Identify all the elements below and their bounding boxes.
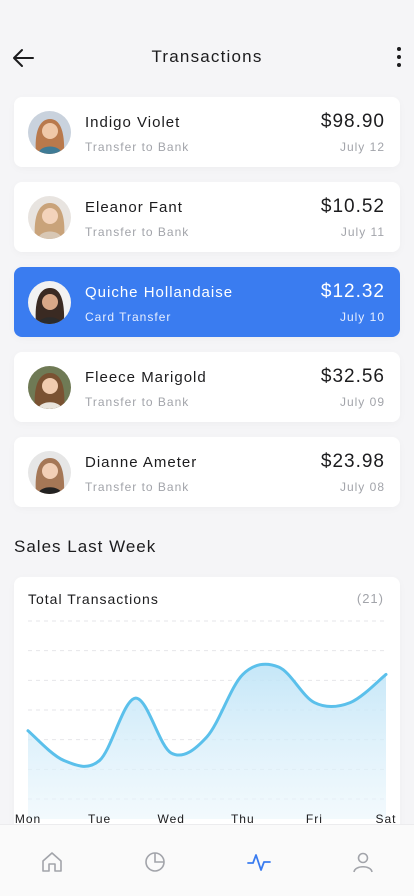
tab-home[interactable] xyxy=(39,849,65,875)
transaction-date: July 10 xyxy=(339,310,385,324)
transaction-date: July 09 xyxy=(339,395,385,409)
activity-icon xyxy=(247,854,271,871)
transaction-amount: $98.90 xyxy=(320,111,385,132)
transaction-type: Transfer to Bank xyxy=(85,480,190,494)
transaction-card[interactable]: Dianne Ameter Transfer to Bank $23.98 Ju… xyxy=(14,437,400,507)
transaction-name: Fleece Marigold xyxy=(85,369,207,386)
transaction-type: Card Transfer xyxy=(85,310,172,324)
transaction-name: Quiche Hollandaise xyxy=(85,284,234,301)
tab-bar xyxy=(0,824,414,896)
transaction-amount: $23.98 xyxy=(320,451,385,472)
transaction-amount: $32.56 xyxy=(320,366,385,387)
tab-profile[interactable] xyxy=(350,849,376,875)
section-title: Sales Last Week xyxy=(14,537,157,556)
user-icon xyxy=(353,852,373,873)
transaction-date: July 08 xyxy=(339,480,385,494)
avatar xyxy=(28,196,71,239)
avatar xyxy=(28,451,71,494)
transactions-chart: Mon Tue Wed Thu Fri Sat xyxy=(15,620,396,826)
page-title: Transactions xyxy=(151,47,263,66)
transaction-amount: $12.32 xyxy=(320,281,385,302)
transaction-card-selected[interactable]: Quiche Hollandaise Card Transfer $12.32 … xyxy=(14,267,400,337)
transaction-card[interactable]: Indigo Violet Transfer to Bank $98.90 Ju… xyxy=(14,97,400,167)
transaction-name: Indigo Violet xyxy=(85,114,181,131)
transaction-list: Indigo Violet Transfer to Bank $98.90 Ju… xyxy=(14,97,400,522)
more-options-button[interactable] xyxy=(394,44,404,70)
transaction-date: July 11 xyxy=(340,225,385,239)
avatar xyxy=(28,366,71,409)
transaction-amount: $10.52 xyxy=(320,196,385,217)
tab-stats[interactable] xyxy=(142,849,168,875)
transaction-name: Eleanor Fant xyxy=(85,199,183,216)
avatar xyxy=(28,281,71,324)
tab-activity[interactable] xyxy=(246,849,272,875)
chart-card: Total Transactions (21) Mon Tue Wed Thu Fri S… xyxy=(14,577,400,857)
transaction-name: Dianne Ameter xyxy=(85,454,198,471)
transaction-type: Transfer to Bank xyxy=(85,225,190,239)
transaction-card[interactable]: Eleanor Fant Transfer to Bank $10.52 Jul… xyxy=(14,182,400,252)
pie-chart-icon xyxy=(145,852,165,872)
transaction-type: Transfer to Bank xyxy=(85,395,190,409)
more-dots-icon xyxy=(397,47,401,51)
avatar xyxy=(28,111,71,154)
transaction-card[interactable]: Fleece Marigold Transfer to Bank $32.56 … xyxy=(14,352,400,422)
transaction-type: Transfer to Bank xyxy=(85,140,190,154)
home-icon xyxy=(42,852,62,872)
chart-area-fill xyxy=(28,664,386,819)
header: Transactions xyxy=(0,0,414,96)
transaction-date: July 12 xyxy=(339,140,385,154)
